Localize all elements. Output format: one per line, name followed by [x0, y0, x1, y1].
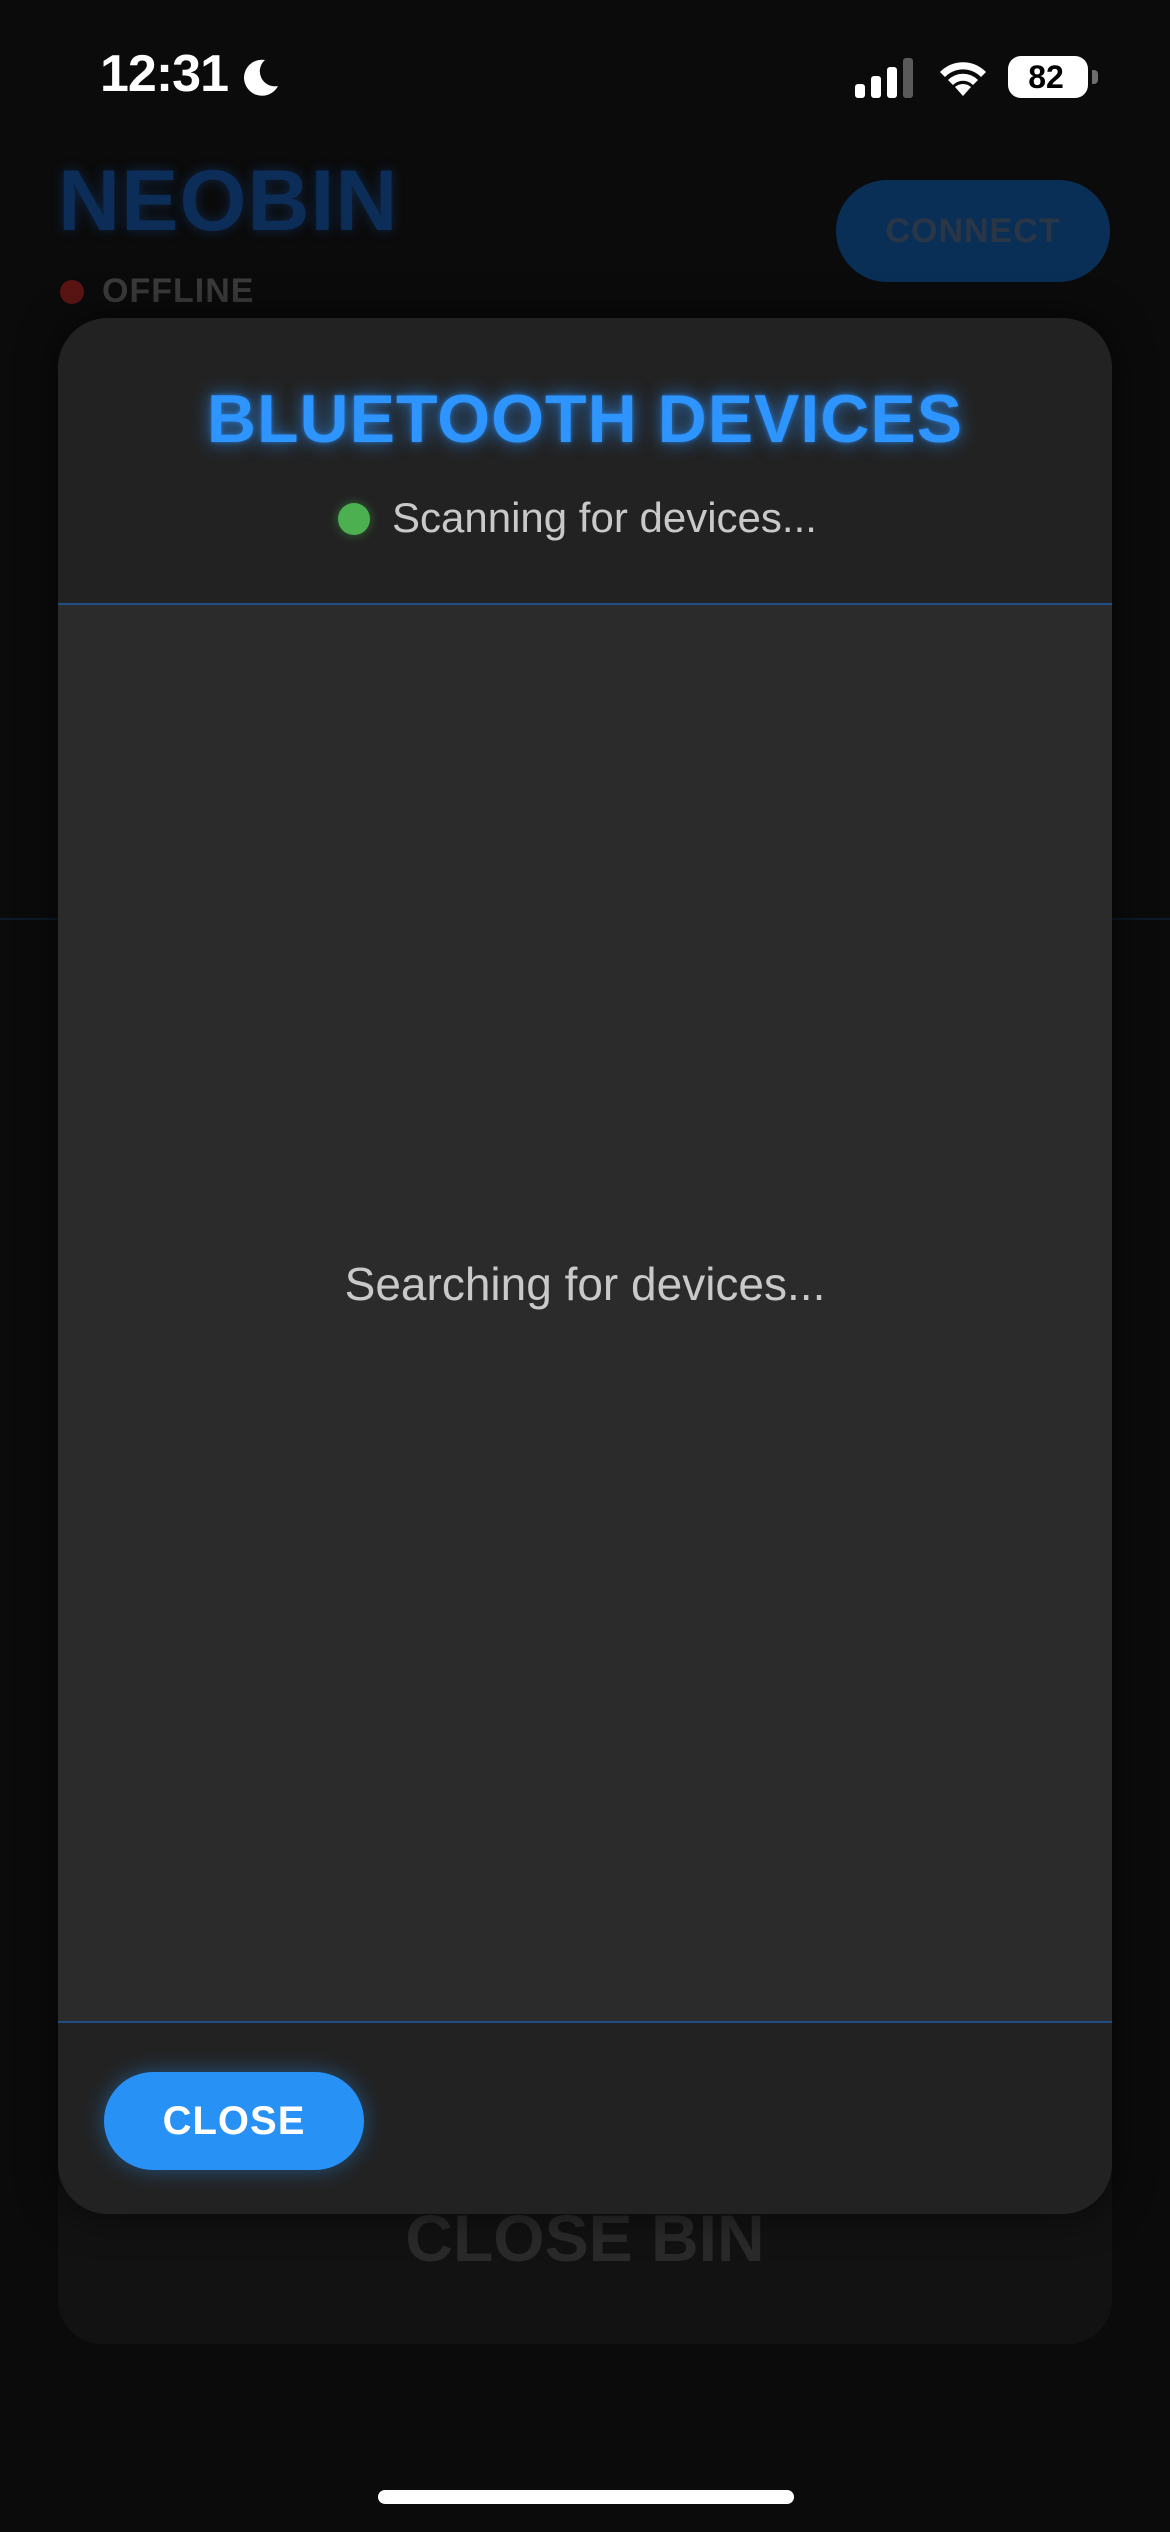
battery-icon: 82 — [1008, 56, 1098, 98]
moon-icon — [244, 59, 278, 96]
home-indicator[interactable] — [378, 2490, 794, 2504]
searching-message: Searching for devices... — [344, 1258, 826, 1310]
modal-title: BLUETOOTH DEVICES — [206, 381, 964, 457]
close-button[interactable]: CLOSE — [104, 2072, 364, 2170]
scanning-indicator-dot — [338, 503, 370, 535]
brand-title: NEOBIN — [58, 153, 399, 249]
status-bar: 12:31 82 — [0, 0, 1170, 150]
offline-status-dot — [60, 280, 84, 304]
battery-level: 82 — [1028, 59, 1064, 95]
connection-status-label: OFFLINE — [102, 272, 255, 310]
modal-header: BLUETOOTH DEVICES Scanning for devices..… — [58, 318, 1112, 604]
device-list[interactable]: Searching for devices... — [58, 605, 1112, 2021]
scan-status-text: Scanning for devices... — [392, 494, 817, 541]
connect-button[interactable]: CONNECT — [836, 180, 1110, 282]
signal-icon — [855, 58, 913, 98]
bluetooth-devices-modal: BLUETOOTH DEVICES Scanning for devices..… — [58, 318, 1112, 2214]
status-time: 12:31 — [100, 45, 229, 103]
wifi-icon — [940, 62, 986, 96]
